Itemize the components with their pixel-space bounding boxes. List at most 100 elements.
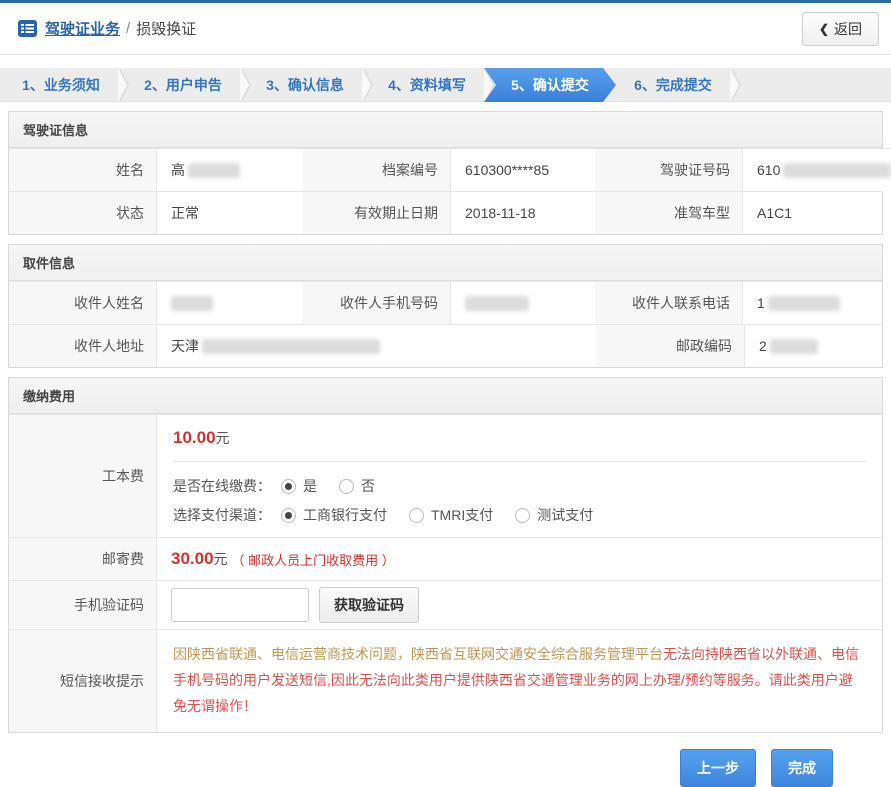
- step-2-label: 2、用户申告: [144, 75, 222, 95]
- postage-fee-value: 30.00元 （ 邮政人员上门收取费用 ）: [156, 537, 882, 580]
- step-6-label: 6、完成提交: [634, 75, 712, 95]
- sms-code-row: 手机验证码 获取验证码: [9, 580, 882, 629]
- step-3-confirm-info[interactable]: 3、确认信息: [244, 68, 366, 102]
- postage-fee-row: 邮寄费 30.00元 （ 邮政人员上门收取费用 ）: [9, 537, 882, 580]
- production-fee-unit: 元: [216, 430, 230, 446]
- vehicle-class-label: 准驾车型: [595, 191, 742, 234]
- page-header: 驾驶证业务 / 损毁换证 ❮ 返回: [0, 3, 891, 55]
- step-6-complete-submit[interactable]: 6、完成提交: [612, 68, 734, 102]
- channel-tmri-option[interactable]: TMRI支付: [409, 505, 493, 525]
- sms-notice-label: 短信接收提示: [9, 629, 156, 732]
- section-fees-title: 缴纳费用: [9, 378, 882, 414]
- step-3-label: 3、确认信息: [266, 75, 344, 95]
- name-label: 姓名: [9, 148, 156, 191]
- channel-icbc-option[interactable]: 工商银行支付: [281, 505, 387, 525]
- pickup-row-2: 收件人地址 天津 邮政编码 2: [9, 324, 882, 367]
- step-4-fill-materials[interactable]: 4、资料填写: [366, 68, 488, 102]
- recipient-mobile-value: [450, 281, 595, 324]
- channel-test-label: 测试支付: [537, 505, 593, 525]
- file-number-label: 档案编号: [302, 148, 450, 191]
- back-button[interactable]: ❮ 返回: [802, 12, 879, 46]
- recipient-phone-label: 收件人联系电话: [595, 281, 742, 324]
- step-1-business-notice[interactable]: 1、业务须知: [0, 68, 122, 102]
- redacted-blur: [202, 339, 380, 354]
- channel-icbc-label: 工商银行支付: [303, 505, 387, 525]
- back-chevron-icon: ❮: [819, 22, 829, 36]
- sms-notice-value: 因陕西省联通、电信运营商技术问题，陕西省互联网交通安全综合服务管理平台无法向持陕…: [156, 629, 882, 732]
- recipient-name-label: 收件人姓名: [9, 281, 156, 324]
- recipient-address-label: 收件人地址: [9, 324, 156, 367]
- pickup-row-1: 收件人姓名 收件人手机号码 收件人联系电话 1: [9, 281, 882, 324]
- status-value: 正常: [156, 191, 302, 234]
- recipient-address-value: 天津: [156, 324, 596, 367]
- vehicle-class-value: A1C1: [742, 191, 882, 234]
- production-fee-value: 10.00元 是否在线缴费： 是 否 选择支付渠道：: [156, 414, 882, 537]
- license-row-1: 姓名 高 档案编号 610300****85 驾驶证号码 610: [9, 148, 882, 191]
- payment-channel-caption: 选择支付渠道：: [173, 505, 271, 525]
- license-number-value: 610: [742, 148, 891, 191]
- sms-notice-row: 短信接收提示 因陕西省联通、电信运营商技术问题，陕西省互联网交通安全综合服务管理…: [9, 629, 882, 732]
- step-2-user-declaration[interactable]: 2、用户申告: [122, 68, 244, 102]
- sms-code-label: 手机验证码: [9, 580, 156, 629]
- breadcrumb-section-link[interactable]: 驾驶证业务: [45, 18, 120, 39]
- section-pickup-info: 取件信息 收件人姓名 收件人手机号码 收件人联系电话 1 收件人地址 天津 邮政…: [8, 244, 883, 368]
- breadcrumb-separator: /: [126, 20, 130, 37]
- file-number-value: 610300****85: [450, 148, 595, 191]
- sms-notice-text-tan: 因陕西省联通、电信运营商技术问题，陕西省互联网交通安全综合服务管理平台: [173, 646, 663, 662]
- step-1-label: 1、业务须知: [22, 75, 100, 95]
- get-sms-code-button[interactable]: 获取验证码: [319, 587, 419, 623]
- online-payment-no-label: 否: [361, 476, 375, 496]
- postage-fee-label: 邮寄费: [9, 537, 156, 580]
- radio-icbc-icon[interactable]: [281, 508, 296, 523]
- recipient-phone-value: 1: [742, 281, 882, 324]
- postal-code-label: 邮政编码: [596, 324, 744, 367]
- license-row-2: 状态 正常 有效期止日期 2018-11-18 准驾车型 A1C1: [9, 191, 882, 234]
- license-number-label: 驾驶证号码: [595, 148, 742, 191]
- postage-fee-note: （ 邮政人员上门收取费用 ）: [232, 550, 395, 569]
- status-label: 状态: [9, 191, 156, 234]
- name-value: 高: [156, 148, 302, 191]
- channel-tmri-label: TMRI支付: [431, 505, 493, 525]
- postage-fee-amount: 30.00: [171, 549, 214, 569]
- production-fee-label: 工本费: [9, 414, 156, 537]
- license-business-icon: [18, 20, 37, 37]
- redacted-blur: [171, 296, 213, 311]
- redacted-blur: [770, 339, 818, 354]
- steps-filler: [734, 68, 891, 101]
- redacted-blur: [465, 296, 529, 311]
- radio-yes-icon[interactable]: [281, 479, 296, 494]
- section-license-info: 驾驶证信息 姓名 高 档案编号 610300****85 驾驶证号码 610 状…: [8, 111, 883, 235]
- section-pickup-title: 取件信息: [9, 245, 882, 281]
- sms-code-value-cell: 获取验证码: [156, 580, 882, 629]
- step-wizard: 1、业务须知 2、用户申告 3、确认信息 4、资料填写 5、确认提交 6、完成提…: [0, 68, 891, 102]
- online-payment-caption: 是否在线缴费：: [173, 476, 271, 496]
- recipient-mobile-label: 收件人手机号码: [302, 281, 450, 324]
- footer-action-bar: 上一步 完成: [0, 733, 891, 787]
- fee-divider: [173, 461, 866, 462]
- online-payment-yes-option[interactable]: 是: [281, 476, 317, 496]
- back-button-label: 返回: [834, 19, 862, 39]
- section-fees: 缴纳费用 工本费 10.00元 是否在线缴费： 是 否: [8, 377, 883, 733]
- previous-step-button[interactable]: 上一步: [680, 749, 756, 787]
- channel-test-option[interactable]: 测试支付: [515, 505, 593, 525]
- recipient-name-value: [156, 281, 302, 324]
- online-payment-line: 是否在线缴费： 是 否: [173, 476, 866, 496]
- radio-no-icon[interactable]: [339, 479, 354, 494]
- redacted-blur: [188, 163, 240, 178]
- production-fee-amount-line: 10.00元: [173, 428, 866, 448]
- postage-fee-unit: 元: [214, 549, 228, 569]
- step-4-label: 4、资料填写: [388, 75, 466, 95]
- redacted-blur: [783, 163, 891, 178]
- radio-test-icon[interactable]: [515, 508, 530, 523]
- section-license-title: 驾驶证信息: [9, 112, 882, 148]
- production-fee-row: 工本费 10.00元 是否在线缴费： 是 否: [9, 414, 882, 537]
- step-5-confirm-submit[interactable]: 5、确认提交: [484, 68, 616, 102]
- radio-tmri-icon[interactable]: [409, 508, 424, 523]
- finish-button[interactable]: 完成: [771, 749, 833, 787]
- payment-channel-line: 选择支付渠道： 工商银行支付 TMRI支付 测试支付: [173, 505, 866, 525]
- step-5-label: 5、确认提交: [511, 75, 589, 95]
- postal-code-value: 2: [744, 324, 882, 367]
- online-payment-no-option[interactable]: 否: [339, 476, 375, 496]
- breadcrumb-current-page: 损毁换证: [136, 18, 196, 39]
- sms-code-input[interactable]: [171, 588, 309, 622]
